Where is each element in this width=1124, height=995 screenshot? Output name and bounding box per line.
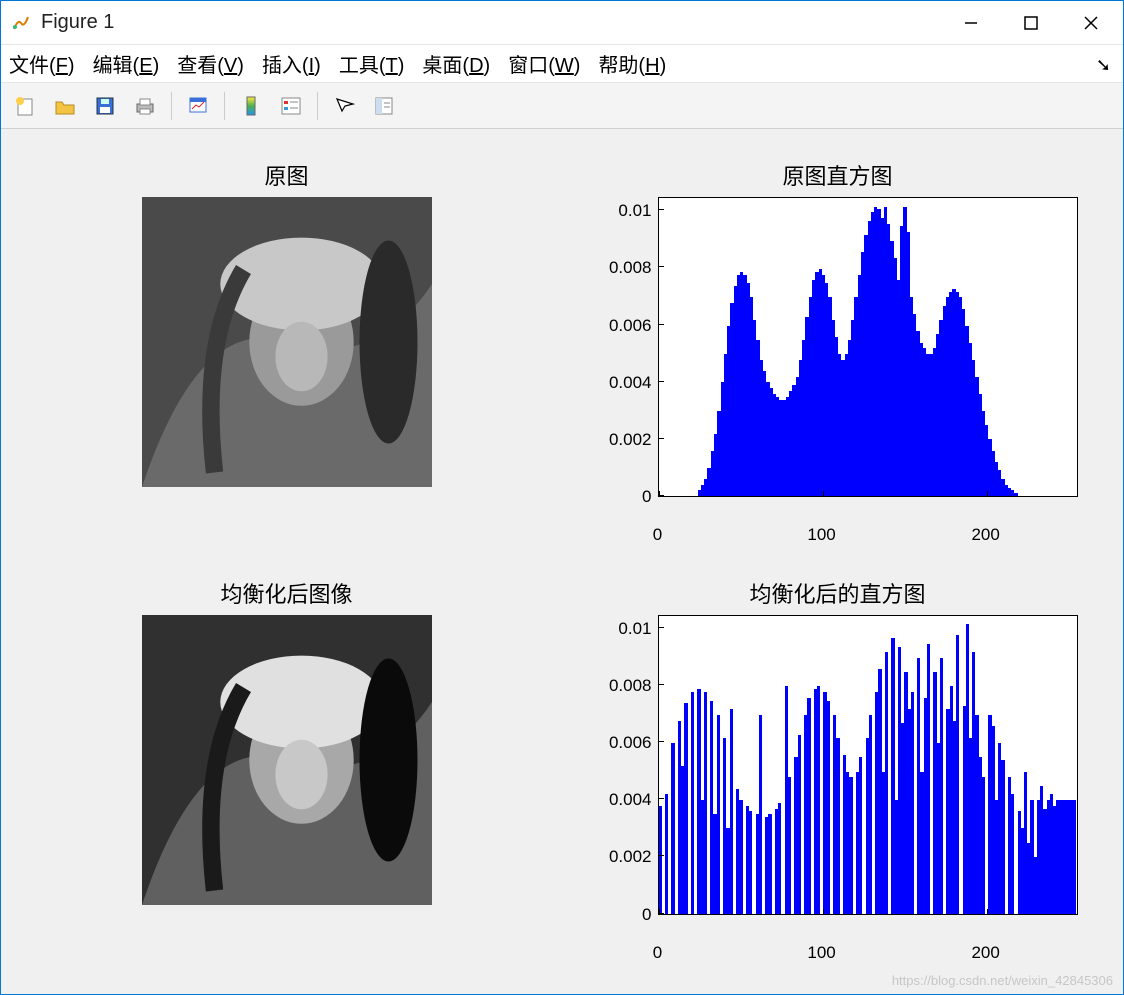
x-tick-label: 200 — [971, 943, 999, 963]
histogram-bar — [911, 692, 914, 913]
menu-tools[interactable]: 工具(T) — [339, 49, 405, 78]
insert-colorbar-button[interactable] — [233, 89, 269, 123]
histogram-bar — [684, 703, 687, 913]
subplot-equalized-histogram: 均衡化后的直方图 0 0.002 0.004 0.006 0.008 0.01 0 100 2… — [572, 577, 1103, 965]
menu-view[interactable]: 查看(V) — [177, 49, 244, 78]
menu-file[interactable]: 文件(F) — [9, 49, 75, 78]
histogram-bar — [1073, 800, 1076, 914]
y-tick-label: 0.004 — [609, 373, 652, 393]
subplot-title: 原图直方图 — [782, 159, 892, 191]
histogram-bar — [665, 794, 668, 913]
histogram-bar — [817, 686, 820, 913]
x-tick-label: 100 — [807, 943, 835, 963]
histogram-bar — [739, 800, 742, 914]
y-tick-label: 0.006 — [609, 316, 652, 336]
insert-legend-button[interactable] — [273, 89, 309, 123]
histogram-axes[interactable] — [658, 197, 1078, 497]
histogram-bar — [807, 698, 810, 914]
open-button[interactable] — [47, 89, 83, 123]
y-tick-label: 0 — [642, 487, 651, 507]
menu-help[interactable]: 帮助(H) — [598, 49, 666, 78]
save-button[interactable] — [87, 89, 123, 123]
dock-arrow-icon[interactable]: ➘ — [1096, 55, 1111, 76]
y-tick-label: 0.01 — [618, 619, 651, 639]
histogram-bar — [836, 738, 839, 914]
y-tick-label: 0.002 — [609, 430, 652, 450]
menu-edit[interactable]: 编辑(E) — [93, 49, 160, 78]
watermark-text: https://blog.csdn.net/weixin_42845306 — [892, 973, 1113, 988]
histogram-bar — [1001, 760, 1004, 913]
histogram-bar — [659, 806, 662, 914]
histogram-bar — [956, 635, 959, 913]
close-button[interactable] — [1061, 1, 1121, 45]
menu-desktop[interactable]: 桌面(D) — [422, 49, 490, 78]
histogram-bar — [869, 715, 872, 914]
toolbar-separator — [171, 92, 172, 120]
image-display — [142, 197, 432, 487]
y-tick-label: 0.008 — [609, 676, 652, 696]
maximize-button[interactable] — [1001, 1, 1061, 45]
histogram-bar — [940, 658, 943, 913]
new-figure-button[interactable] — [7, 89, 43, 123]
histogram-bar — [749, 811, 752, 913]
matlab-icon — [11, 13, 31, 33]
window-title: Figure 1 — [41, 11, 941, 34]
minimize-button[interactable] — [941, 1, 1001, 45]
y-tick-label: 0 — [642, 905, 651, 925]
toolbar — [1, 83, 1123, 129]
print-button[interactable] — [127, 89, 163, 123]
menu-insert[interactable]: 插入(I) — [262, 49, 321, 78]
histogram-bar — [982, 777, 985, 913]
edit-plot-button[interactable] — [326, 89, 362, 123]
figure-content: 原图 原图直方图 — [1, 129, 1123, 994]
subplot-equalized-image: 均衡化后图像 — [21, 577, 552, 965]
y-tick-label: 0.006 — [609, 733, 652, 753]
histogram-bar — [759, 715, 762, 914]
histogram-bar — [827, 701, 830, 914]
subplot-original-image: 原图 — [21, 159, 552, 547]
y-tick-label: 0.01 — [618, 201, 651, 221]
link-plot-button[interactable] — [180, 89, 216, 123]
titlebar: Figure 1 — [1, 1, 1123, 45]
window-buttons — [941, 1, 1121, 45]
subplot-title: 原图 — [264, 159, 308, 191]
histogram-bar — [691, 692, 694, 913]
histogram-bar — [704, 692, 707, 913]
histogram-bar — [849, 777, 852, 913]
histogram-bar — [768, 814, 771, 913]
x-tick-label: 0 — [653, 943, 662, 963]
histogram-bar — [730, 709, 733, 913]
x-tick-label: 100 — [807, 525, 835, 545]
menu-window[interactable]: 窗口(W) — [508, 49, 580, 78]
histogram-bar — [798, 735, 801, 914]
toolbar-separator — [224, 92, 225, 120]
y-tick-label: 0.002 — [609, 847, 652, 867]
toolbar-separator — [317, 92, 318, 120]
histogram-bar — [671, 743, 674, 913]
histogram-bar — [859, 757, 862, 913]
x-tick-label: 0 — [653, 525, 662, 545]
subplot-original-histogram: 原图直方图 0 0.002 0.004 0.006 0.008 0.01 0 100 200 — [572, 159, 1103, 547]
histogram-bar — [1014, 493, 1017, 496]
histogram-bar — [788, 777, 791, 913]
histogram-bar — [1011, 794, 1014, 913]
subplot-title: 均衡化后的直方图 — [749, 577, 925, 609]
y-tick-label: 0.008 — [609, 258, 652, 278]
menubar: 文件(F) 编辑(E) 查看(V) 插入(I) 工具(T) 桌面(D) 窗口(W… — [1, 45, 1123, 83]
y-tick-label: 0.004 — [609, 790, 652, 810]
histogram-bar — [778, 803, 781, 914]
figure-window: Figure 1 文件(F) 编辑(E) 查看(V) 插入(I) 工具(T) 桌… — [0, 0, 1124, 995]
property-inspector-button[interactable] — [366, 89, 402, 123]
histogram-bar — [717, 715, 720, 914]
histogram-bar — [927, 644, 930, 914]
image-display — [142, 615, 432, 905]
histogram-bar — [885, 652, 888, 913]
subplot-title: 均衡化后图像 — [220, 577, 352, 609]
histogram-axes[interactable] — [658, 615, 1078, 915]
x-tick-label: 200 — [971, 525, 999, 545]
